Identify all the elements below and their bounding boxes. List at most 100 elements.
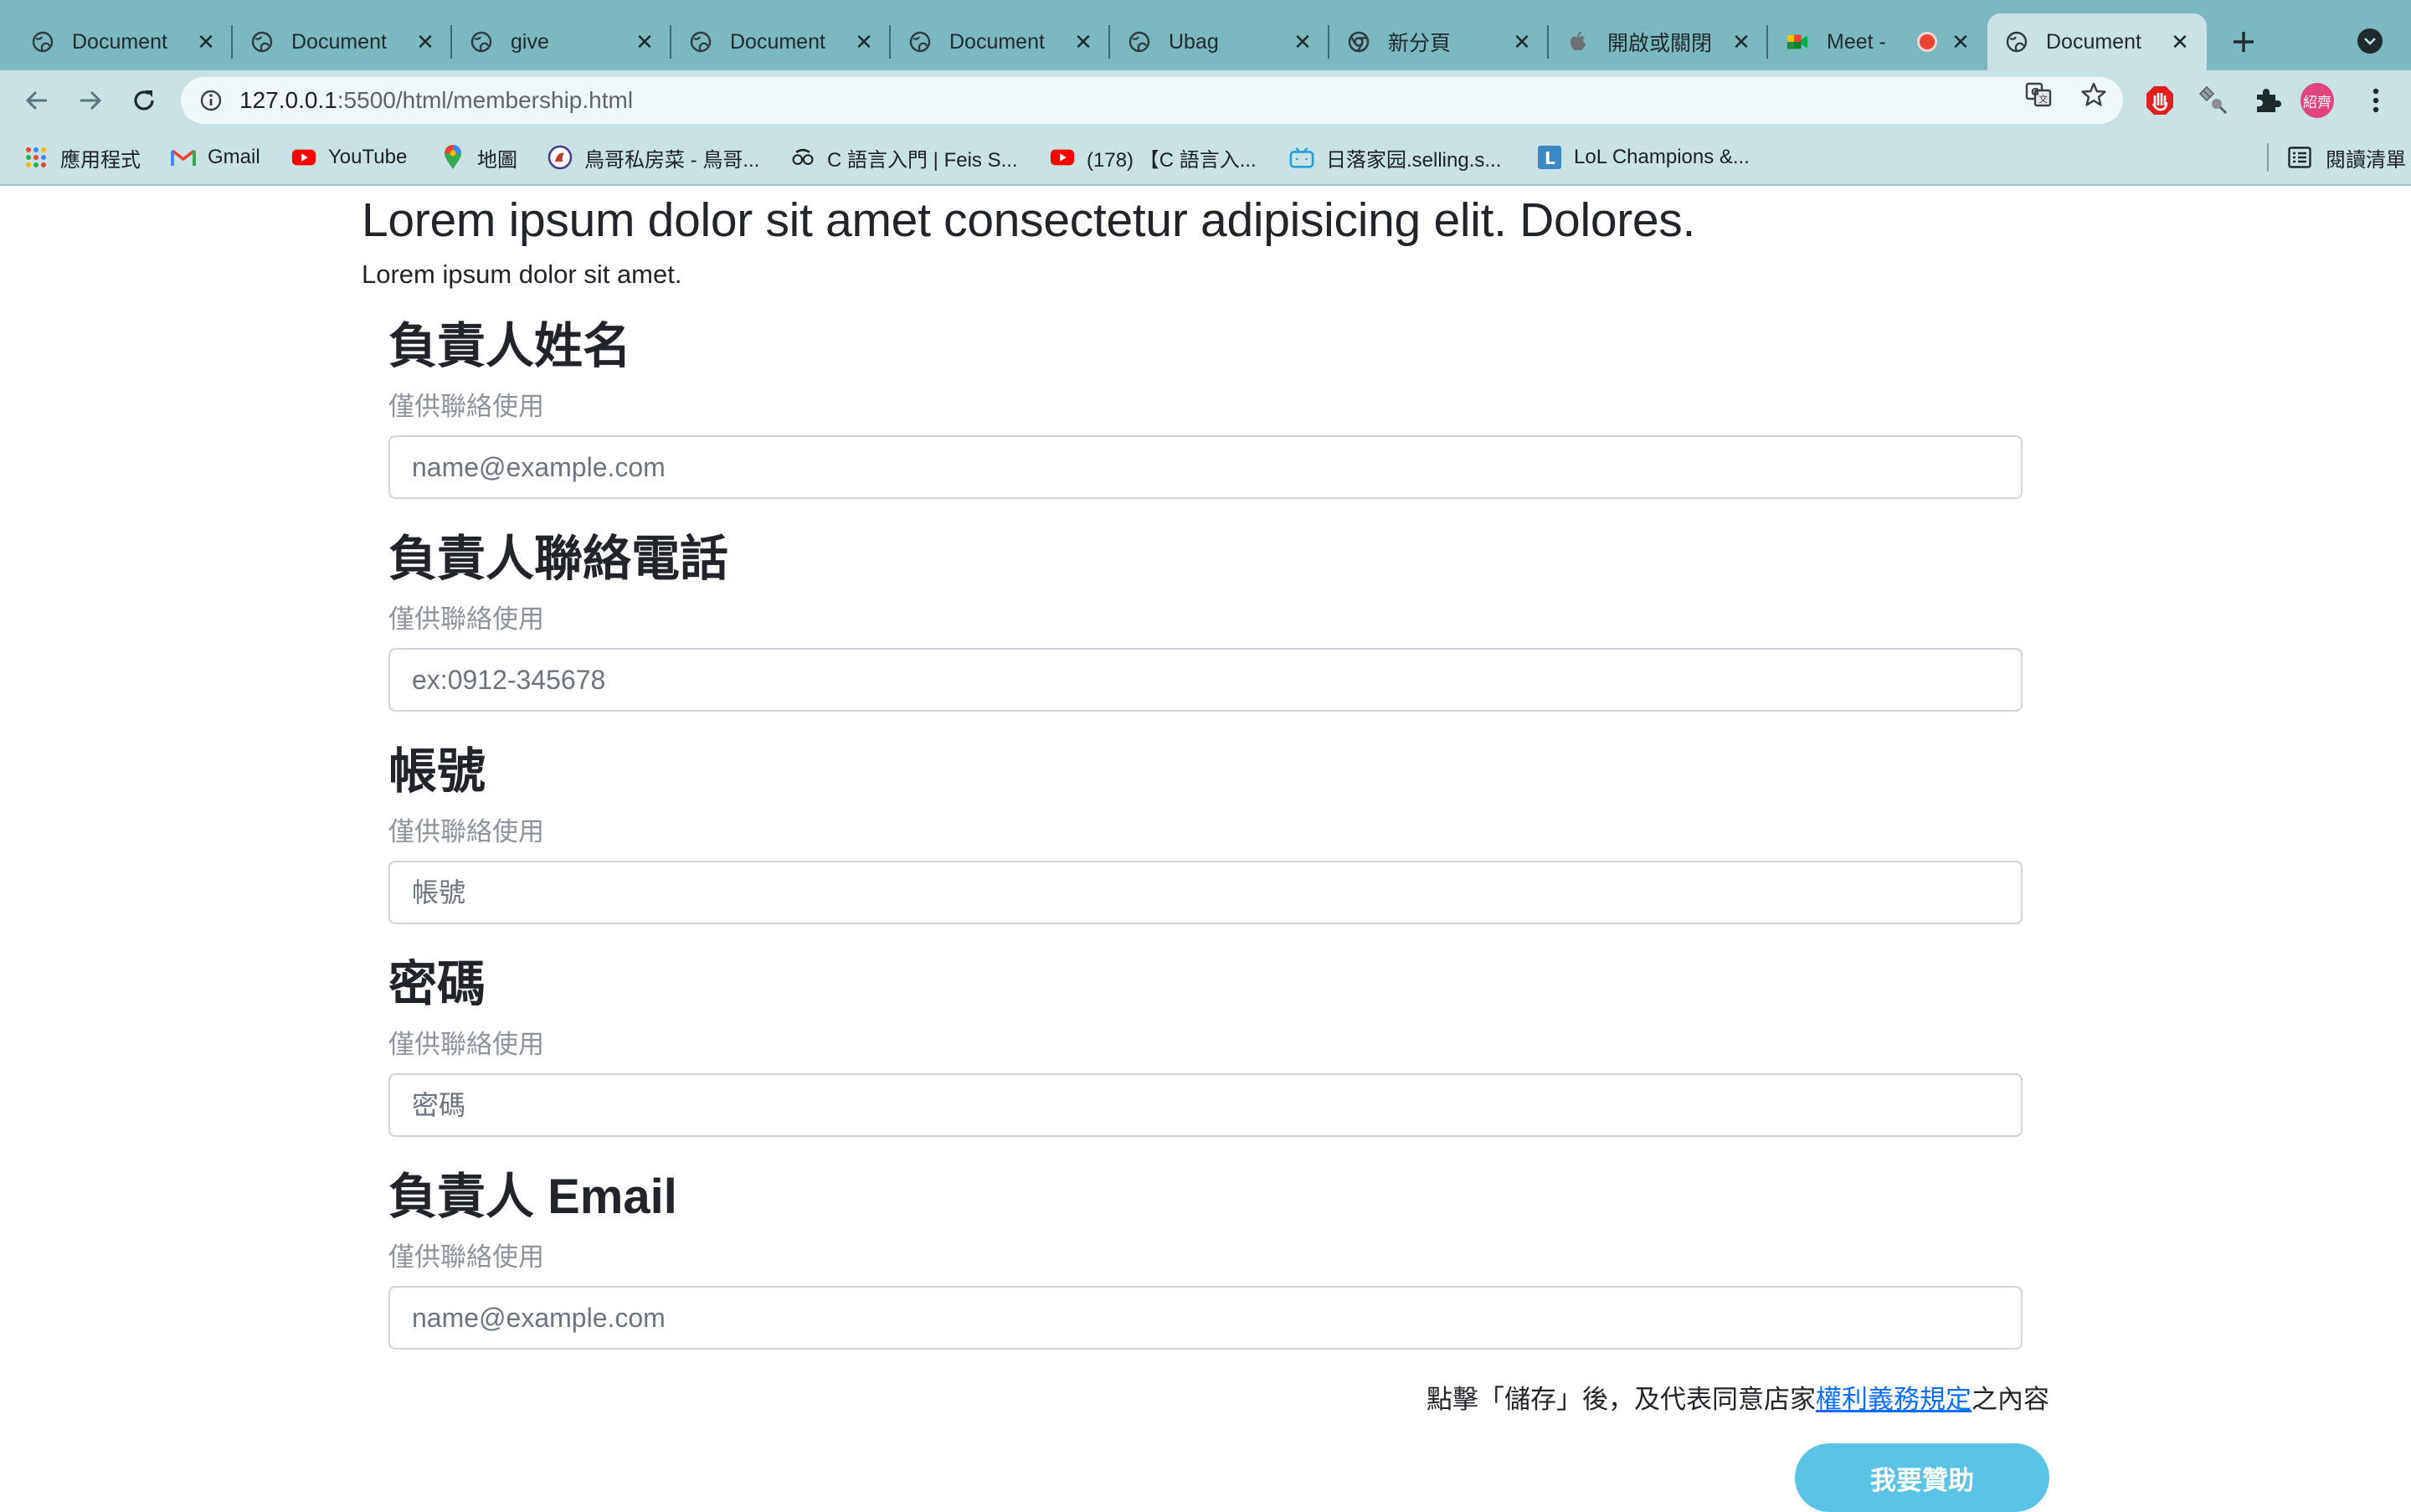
globe-icon xyxy=(470,31,492,53)
globe-icon xyxy=(32,31,54,53)
tab-give[interactable]: give ✕ xyxy=(452,13,671,70)
tab-title: 開啟或關閉 xyxy=(1607,32,1713,55)
tab-search-button[interactable] xyxy=(2357,28,2383,54)
reload-button[interactable] xyxy=(127,84,161,117)
owner-name-label: 負責人姓名 xyxy=(388,319,632,373)
close-icon[interactable]: ✕ xyxy=(414,29,437,54)
sponsor-submit-button[interactable]: 我要贊助 xyxy=(1795,1443,2049,1512)
profile-avatar[interactable]: 紹齊 xyxy=(2300,83,2334,118)
bookmark-vbird[interactable]: 鳥哥私房菜 - 鳥哥... xyxy=(547,142,759,172)
account-help: 僅供聯絡使用 xyxy=(388,817,544,846)
gmail-icon xyxy=(171,145,196,170)
tab-document-3[interactable]: Document ✕ xyxy=(671,13,891,70)
bookmark-label: 日落家园.selling.s... xyxy=(1326,148,1502,172)
owner-phone-label: 負責人聯絡電話 xyxy=(388,532,729,586)
bookmark-label: YouTube xyxy=(328,146,408,168)
browser-menu-button[interactable] xyxy=(2359,84,2393,117)
tab-title: Meet - xyxy=(1827,29,1886,54)
meet-icon xyxy=(1786,31,1808,53)
tab-document-4[interactable]: Document ✕ xyxy=(891,13,1110,70)
info-icon[interactable] xyxy=(199,89,223,112)
new-tab-button[interactable] xyxy=(2225,23,2262,60)
youtube-icon xyxy=(1050,145,1075,170)
url-text: 127.0.0.1:5500/html/membership.html xyxy=(239,87,633,114)
tab-title: Document xyxy=(72,29,167,54)
tab-title: Document xyxy=(949,29,1045,54)
owner-name-help: 僅供聯絡使用 xyxy=(388,392,544,421)
close-icon[interactable]: ✕ xyxy=(1291,29,1314,54)
bookmark-youtube[interactable]: YouTube xyxy=(291,142,407,172)
glasses-icon xyxy=(790,145,815,170)
browser-toolbar: 127.0.0.1:5500/html/membership.html G文 xyxy=(0,70,2411,131)
tab-title: Ubag xyxy=(1169,29,1219,54)
tab-toggle-settings[interactable]: 開啟或關閉 ✕ xyxy=(1549,13,1768,70)
owner-phone-input[interactable] xyxy=(388,648,2023,712)
bookmark-label: 鳥哥私房菜 - 鳥哥... xyxy=(584,148,760,172)
bookmark-label: LoL Champions &... xyxy=(1574,146,1750,168)
tab-meet[interactable]: Meet - ✕ xyxy=(1768,13,1987,70)
plus-icon xyxy=(2234,32,2254,52)
close-icon[interactable]: ✕ xyxy=(852,29,876,54)
password-help: 僅供聯絡使用 xyxy=(388,1030,544,1059)
bookmark-c-language[interactable]: C 語言入門 | Feis S... xyxy=(790,142,1018,172)
back-button[interactable] xyxy=(20,84,54,117)
bookmark-star-icon[interactable] xyxy=(2079,80,2108,109)
page-lead: Lorem ipsum dolor sit amet. xyxy=(362,260,682,289)
bookmark-lol[interactable]: L LoL Champions &... xyxy=(1537,142,1750,172)
bookmark-gmail[interactable]: Gmail xyxy=(171,142,260,172)
terms-suffix: 之內容 xyxy=(1971,1385,2049,1414)
arrow-right-icon xyxy=(80,90,102,111)
reload-icon xyxy=(134,90,154,111)
owner-email-input[interactable] xyxy=(388,1286,2023,1350)
close-icon[interactable]: ✕ xyxy=(1510,29,1534,54)
tab-new-tab[interactable]: 新分頁 ✕ xyxy=(1329,13,1549,70)
apple-icon xyxy=(1567,31,1589,53)
adblock-extension-icon[interactable] xyxy=(2143,84,2177,117)
youtube-icon xyxy=(291,145,316,170)
tab-ubag[interactable]: Ubag ✕ xyxy=(1110,13,1329,70)
reading-list-icon xyxy=(2287,145,2312,170)
letter-l-icon: L xyxy=(1537,145,1562,170)
reading-list-button[interactable]: 閱讀清單 xyxy=(2267,142,2406,172)
bookmark-maps[interactable]: 地圖 xyxy=(440,142,517,172)
profile-avatar-label: 紹齊 xyxy=(2300,83,2334,118)
bookmark-label: C 語言入門 | Feis S... xyxy=(827,148,1018,172)
tab-title: 新分頁 xyxy=(1388,32,1452,55)
terms-agreement: 點擊「儲存」後，及代表同意店家權利義務規定之內容 xyxy=(1427,1378,2049,1416)
bookmarks-bar: 應用程式 Gmail YouTube 地圖 鳥哥私房菜 - 鳥哥... C 語言… xyxy=(0,131,2411,186)
forward-button[interactable] xyxy=(74,84,107,117)
page-content: Lorem ipsum dolor sit amet consectetur a… xyxy=(0,186,2411,1512)
globe-icon xyxy=(690,31,712,53)
bookmark-separator xyxy=(2267,143,2269,172)
close-icon[interactable]: ✕ xyxy=(1949,29,1972,54)
close-icon[interactable]: ✕ xyxy=(633,29,656,54)
tab-document-2[interactable]: Document ✕ xyxy=(233,13,452,70)
close-icon[interactable]: ✕ xyxy=(2168,29,2192,54)
bookmark-bilibili[interactable]: 日落家园.selling.s... xyxy=(1289,142,1501,172)
bookmark-youtube-c[interactable]: (178) 【C 語言入... xyxy=(1050,142,1257,172)
tab-document-1[interactable]: Document ✕ xyxy=(13,13,233,70)
close-icon[interactable]: ✕ xyxy=(1730,29,1753,54)
owner-email-label: 負責人 Email xyxy=(388,1170,677,1224)
terms-link[interactable]: 權利義務規定 xyxy=(1816,1385,1971,1414)
page-title: Lorem ipsum dolor sit amet consectetur a… xyxy=(362,193,1696,247)
address-bar[interactable]: 127.0.0.1:5500/html/membership.html xyxy=(181,77,2123,124)
tv-icon xyxy=(1289,145,1314,170)
apps-grid-icon xyxy=(23,145,49,170)
translate-icon[interactable]: G文 xyxy=(2024,80,2053,109)
owner-email-help: 僅供聯絡使用 xyxy=(388,1242,544,1272)
tab-document-active[interactable]: Document ✕ xyxy=(1987,13,2207,70)
account-input[interactable] xyxy=(388,861,2023,924)
satellite-extension-icon[interactable] xyxy=(2197,84,2230,117)
arrow-left-icon xyxy=(25,90,47,111)
tab-title: give xyxy=(511,29,549,54)
owner-phone-help: 僅供聯絡使用 xyxy=(388,604,544,634)
extensions-puzzle-icon[interactable] xyxy=(2250,84,2284,117)
close-icon[interactable]: ✕ xyxy=(1072,29,1095,54)
owner-name-input[interactable] xyxy=(388,435,2023,499)
kebab-menu-icon xyxy=(2372,88,2379,113)
close-icon[interactable]: ✕ xyxy=(194,29,218,54)
password-input[interactable] xyxy=(388,1073,2023,1137)
bookmark-apps[interactable]: 應用程式 xyxy=(23,142,141,172)
terms-prefix: 點擊「儲存」後，及代表同意店家 xyxy=(1427,1385,1816,1414)
